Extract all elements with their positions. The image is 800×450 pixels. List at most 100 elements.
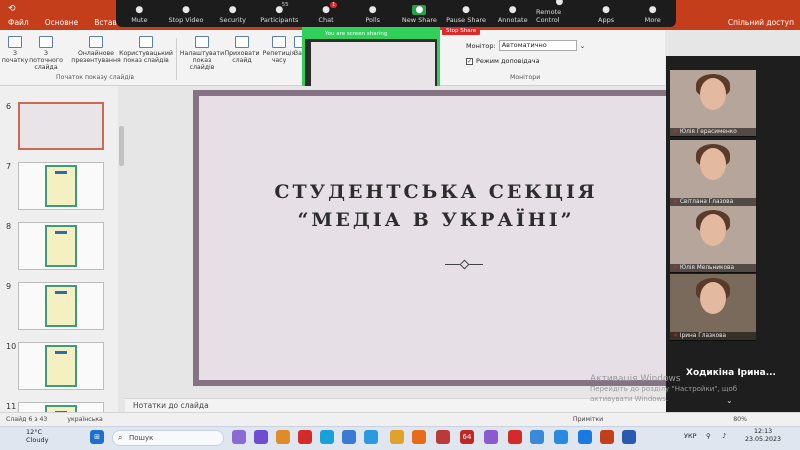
sharing-banner: You are screen sharing — [305, 30, 437, 39]
word-icon[interactable] — [622, 430, 636, 444]
autosave-icon[interactable]: ⟲ — [8, 4, 16, 14]
rehearse-timings-button[interactable]: Репетиція часу — [262, 36, 296, 64]
participant-face — [700, 214, 726, 246]
chat-icon: ● — [322, 5, 330, 15]
slide-thumbnail[interactable] — [18, 282, 104, 330]
ribbon-divider — [176, 38, 177, 80]
scrollbar-thumb[interactable] — [119, 126, 124, 166]
zoom-annotate-button[interactable]: ● Annotate — [489, 0, 536, 27]
input-language[interactable]: УКР — [684, 432, 697, 440]
participant-count: 55 — [281, 2, 289, 8]
zoom-security-button[interactable]: ● Security — [209, 0, 256, 27]
app-64-icon[interactable]: 64 — [460, 430, 474, 444]
zoom-participants-button[interactable]: ● 55 Participants — [256, 0, 303, 27]
slideshow-icon — [8, 36, 22, 48]
files-icon[interactable] — [276, 430, 290, 444]
participant-face — [700, 282, 726, 314]
slide-number: 10 — [6, 342, 17, 351]
share-access-button[interactable]: Спільний доступ — [728, 18, 794, 27]
zoom-new-share-button[interactable]: ● New Share — [396, 0, 443, 27]
app-icon[interactable] — [364, 430, 378, 444]
slide-number: 11 — [6, 402, 17, 411]
slide-thumbnail[interactable] — [18, 102, 104, 150]
zoom-pause-share-button[interactable]: ● Pause Share — [443, 0, 490, 27]
zoom-mute-button[interactable]: ● Mute — [116, 0, 163, 27]
chevron-down-icon[interactable]: ⌄ — [580, 42, 585, 50]
online-present-button[interactable]: Онлайнове презентування — [71, 36, 121, 64]
app-icon[interactable] — [232, 430, 246, 444]
weather-widget[interactable]: 12°C Cloudy — [10, 428, 48, 444]
pdf-icon[interactable] — [298, 430, 312, 444]
participant-video-tile[interactable] — [670, 70, 756, 136]
participant-name: ✕ Юлія Мельникова — [670, 264, 756, 273]
slide-counter: Слайд 6 з 43 — [6, 416, 48, 423]
slide-title[interactable]: СТУДЕНТСЬКА СЕКЦІЯ “МЕДІА В УКРАЇНІ” — [199, 178, 673, 234]
presenter-view-checkbox[interactable]: ✓ Режим доповідача — [466, 57, 540, 65]
ornament-divider-icon — [445, 264, 483, 265]
edge-icon[interactable] — [320, 430, 334, 444]
app-icon[interactable] — [530, 430, 544, 444]
windows-start-icon[interactable]: ⊞ — [90, 430, 104, 444]
teams-icon[interactable] — [254, 430, 268, 444]
from-beginning-button[interactable]: З початку — [2, 36, 28, 64]
custom-show-icon — [139, 36, 153, 48]
slide-canvas: СТУДЕНТСЬКА СЕКЦІЯ “МЕДІА В УКРАЇНІ” — [199, 96, 673, 380]
group-label-start: Початок показу слайдів — [56, 74, 135, 81]
vlc-icon[interactable] — [412, 430, 426, 444]
powerpoint-icon[interactable] — [600, 430, 614, 444]
muted-mic-icon: ✕ — [673, 129, 678, 135]
muted-mic-icon: ✕ — [673, 265, 678, 271]
slide-thumbnails-panel: 6 7 8 9 10 11 — [0, 86, 118, 412]
participant-video-tile[interactable] — [670, 206, 756, 272]
app-icon[interactable] — [436, 430, 450, 444]
hide-slide-button[interactable]: Приховати слайд — [224, 36, 260, 64]
ribbon-tab[interactable]: Файл — [0, 18, 37, 27]
participant-name: ✕ Юлія Герасименко — [670, 128, 756, 137]
slide-thumbnail[interactable] — [18, 402, 104, 412]
participant-face — [700, 148, 726, 180]
setup-show-button[interactable]: Налаштувати показ слайдів — [180, 36, 224, 71]
folder-icon[interactable] — [342, 430, 356, 444]
monitor-dropdown[interactable]: Автоматично — [498, 40, 577, 51]
zoom-stop-video-button[interactable]: ● Stop Video — [163, 0, 210, 27]
current-slide[interactable]: СТУДЕНТСЬКА СЕКЦІЯ “МЕДІА В УКРАЇНІ” — [193, 90, 673, 386]
slide-thumbnail[interactable] — [18, 342, 104, 390]
language-status[interactable]: українська — [67, 416, 102, 423]
zoom-remote-control-button[interactable]: ● Remote Control — [536, 0, 583, 27]
slide-notes[interactable]: Нотатки до слайда — [125, 398, 670, 412]
app-icon[interactable] — [578, 430, 592, 444]
custom-show-button[interactable]: Користувацький показ слайдів — [119, 36, 173, 64]
slide-thumbnail[interactable] — [18, 222, 104, 270]
ribbon-tab[interactable]: Основне — [37, 18, 86, 27]
participant-video-tile[interactable] — [670, 140, 756, 206]
network-icon[interactable]: ⚲ — [706, 432, 711, 440]
volume-icon[interactable]: ♪ — [722, 432, 726, 440]
stop-share-button[interactable]: Stop Share — [442, 27, 481, 35]
opera-icon[interactable] — [508, 430, 522, 444]
zoom-apps-button[interactable]: ● Apps — [583, 0, 630, 27]
certificate-thumbnail-icon — [45, 165, 77, 207]
zoom-toolbar: ● Mute ● Stop Video ● Security ● 55 Participants… — [116, 0, 676, 27]
viber-icon[interactable] — [484, 430, 498, 444]
polls-icon: ● — [368, 5, 377, 15]
zoom-icon[interactable] — [554, 430, 568, 444]
zoom-more-button[interactable]: ● More — [629, 0, 676, 27]
notes-toggle[interactable]: Примітки — [573, 416, 603, 423]
zoom-chat-button[interactable]: ● 1 Chat — [303, 0, 350, 27]
thumbnails-scrollbar[interactable] — [118, 86, 125, 412]
apps-icon: ● — [602, 5, 610, 15]
chrome-icon[interactable] — [390, 430, 404, 444]
participant-video-tile[interactable] — [670, 274, 756, 340]
share-icon: ● — [412, 5, 427, 15]
checkbox-checked-icon[interactable]: ✓ — [466, 57, 473, 65]
hide-slide-icon — [235, 36, 249, 48]
zoom-level[interactable]: 80% — [733, 416, 747, 423]
from-current-button[interactable]: З поточного слайда — [28, 36, 64, 71]
slide-thumbnail[interactable] — [18, 162, 104, 210]
certificate-thumbnail-icon — [45, 285, 77, 327]
participant-face — [700, 78, 726, 110]
taskbar-search[interactable]: ⌕ Пошук — [112, 430, 224, 446]
shield-icon: ● — [228, 5, 237, 15]
system-clock[interactable]: 12:13 23.05.2023 — [745, 428, 781, 444]
zoom-polls-button[interactable]: ● Polls — [349, 0, 396, 27]
